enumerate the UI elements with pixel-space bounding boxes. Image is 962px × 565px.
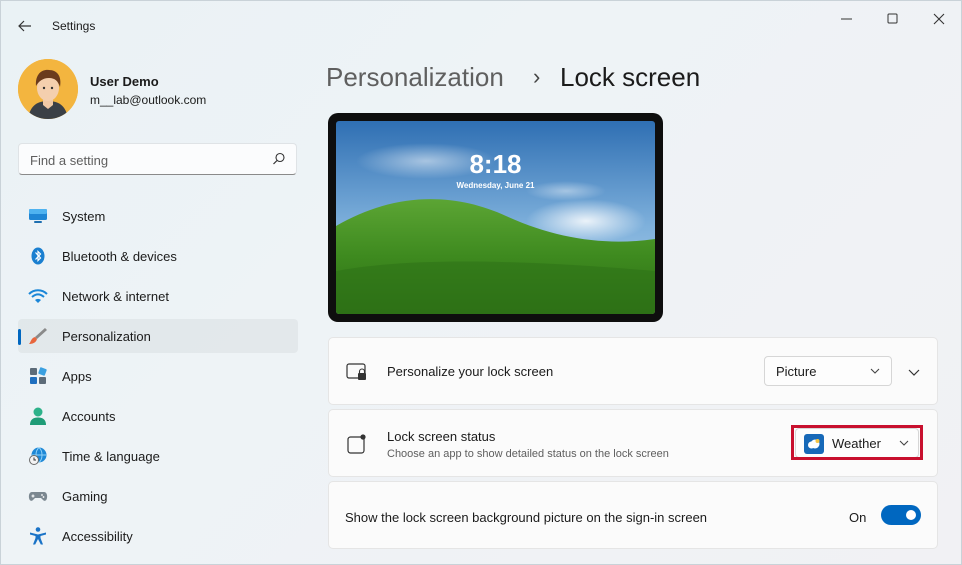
signin-background-toggle[interactable] [881,505,921,525]
person-icon [30,407,46,425]
back-button[interactable] [13,15,37,37]
sidebar-item-label: Personalization [62,329,151,344]
lock-screen-icon [346,363,366,380]
gamepad-icon [28,492,48,501]
sidebar-item-label: System [62,209,106,224]
expand-chevron-icon[interactable] [907,365,921,379]
sidebar-item-label: Accessibility [62,529,133,544]
sidebar-item-network[interactable]: Network & internet [18,279,298,313]
personalize-lock-screen-card[interactable]: Personalize your lock screen Picture [328,337,938,405]
sidebar-item-bluetooth[interactable]: Bluetooth & devices [18,239,298,273]
user-avatar-icon [18,59,78,119]
search-icon [273,152,285,165]
personalize-lock-screen-title: Personalize your lock screen [387,364,554,379]
app-title: Settings [52,19,96,33]
wifi-icon [28,289,48,303]
highlight-box [791,425,923,460]
lock-screen-status-subtitle: Choose an app to show detailed status on… [387,448,669,460]
minimize-button[interactable] [827,7,867,31]
globe-clock-icon [29,447,47,465]
lock-time: 8:18 [469,149,522,179]
avatar[interactable] [18,59,78,119]
status-icon [347,434,366,454]
search-input[interactable]: Find a setting [30,153,108,168]
close-icon [933,13,945,25]
title-bar: Settings [1,1,962,49]
settings-window: Settings User Demo m__lab@outlook.com Fi… [0,0,962,565]
toggle-state-label: On [849,510,867,525]
sidebar-item-label: Network & internet [62,289,169,304]
sidebar-item-system[interactable]: System [18,199,298,233]
breadcrumb-parent[interactable]: Personalization [326,62,504,93]
lock-screen-preview: 8:18 Wednesday, June 21 [328,113,663,322]
personalize-dropdown-value: Picture [776,364,817,379]
sidebar-item-accessibility[interactable]: Accessibility [18,519,298,553]
brush-icon [29,328,47,344]
sidebar-item-personalization[interactable]: Personalization [18,319,298,353]
maximize-button[interactable] [873,7,913,31]
sidebar-item-label: Bluetooth & devices [62,249,177,264]
sidebar-item-label: Time & language [62,449,160,464]
signin-background-title: Show the lock screen background picture … [345,510,708,525]
page-title: Lock screen [560,62,701,92]
toggle-knob [906,510,916,520]
active-indicator [18,329,21,345]
maximize-icon [887,13,898,24]
sidebar-item-apps[interactable]: Apps [18,359,298,393]
signin-background-card: Show the lock screen background picture … [328,481,938,549]
chevron-down-icon [870,368,880,374]
close-button[interactable] [919,7,959,31]
sidebar-item-label: Gaming [62,489,108,504]
search-box[interactable]: Find a setting [18,143,297,175]
sidebar-item-label: Accounts [62,409,116,424]
apps-icon [30,367,47,384]
bluetooth-icon [31,247,45,265]
user-name: User Demo [90,74,159,89]
back-arrow-icon [18,20,31,32]
user-email: m__lab@outlook.com [90,93,207,107]
monitor-icon [29,209,47,223]
sidebar-item-label: Apps [62,369,92,384]
lock-date: Wednesday, June 21 [456,181,535,190]
breadcrumb-separator: › [533,64,541,89]
accessibility-icon [30,527,46,545]
lock-screen-status-title: Lock screen status [387,429,496,444]
personalize-dropdown[interactable]: Picture [764,356,892,386]
minimize-icon [841,18,852,20]
sidebar-item-accounts[interactable]: Accounts [18,399,298,433]
preview-screen: 8:18 Wednesday, June 21 [336,121,655,314]
sidebar-item-gaming[interactable]: Gaming [18,479,298,513]
sidebar-item-time-language[interactable]: Time & language [18,439,298,473]
